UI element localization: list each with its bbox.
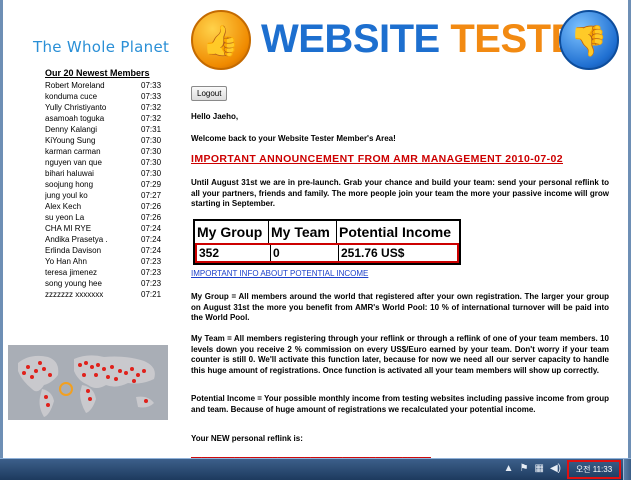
value-my-group: 352 (197, 245, 271, 261)
member-row: Andika Prasetya . 07:24 (45, 234, 165, 245)
member-name: song young hee (45, 279, 102, 288)
reflink-label: Your NEW personal reflink is: (191, 434, 303, 443)
show-desktop-button[interactable] (623, 459, 631, 480)
member-name: soojung hong (45, 180, 94, 189)
member-name: Andika Prasetya . (45, 235, 108, 244)
member-name: Denny Kalangi (45, 125, 98, 134)
system-tray: ▲ ⚑ ▦ ◀) (504, 463, 561, 474)
member-name: zzzzzzz xxxxxxx (45, 290, 104, 299)
prelaunch-paragraph: Until August 31st we are in pre-launch. … (191, 178, 609, 208)
member-time: 07:27 (141, 191, 162, 200)
volume-icon[interactable]: ◀) (550, 463, 561, 474)
potential-income-info-link[interactable]: IMPORTANT INFO ABOUT POTENTIAL INCOME (191, 269, 368, 280)
member-row: karman carman 07:30 (45, 146, 165, 157)
member-name: karman carman (45, 147, 101, 156)
stats-header-row: My Group My Team Potential Income (195, 221, 459, 243)
welcome-message: Welcome back to your Website Tester Memb… (191, 134, 396, 143)
member-time: 07:24 (141, 224, 162, 233)
member-time: 07:32 (141, 114, 162, 123)
member-time: 07:24 (141, 246, 162, 255)
member-name: Robert Moreland (45, 81, 105, 90)
header-my-team: My Team (269, 221, 337, 243)
logout-button[interactable]: Logout (191, 86, 228, 101)
member-time: 07:30 (141, 147, 162, 156)
header-my-group: My Group (195, 221, 269, 243)
member-name: Yo Han Ahn (45, 257, 87, 266)
member-row: KiYoung Sung 07:30 (45, 135, 165, 146)
member-row: bihari haluwai 07:30 (45, 168, 165, 179)
member-name: KiYoung Sung (45, 136, 96, 145)
member-name: su yeon La (45, 213, 85, 222)
member-name: Yully Christiyanto (45, 103, 107, 112)
stats-value-row: 352 0 251.76 US$ (195, 243, 459, 263)
website-tester-banner: 👍 WEBSITE TESTER 👎 (191, 6, 628, 80)
greeting: Hello Jaeho, (191, 112, 239, 121)
member-row: teresa jimenez 07:23 (45, 267, 165, 278)
member-row: su yeon La 07:26 (45, 212, 165, 223)
value-my-team: 0 (271, 245, 339, 261)
member-name: CHA MI RYE (45, 224, 92, 233)
site-logo-text: WEBSITE TESTER (261, 14, 606, 64)
member-name: Alex Kech (45, 202, 82, 211)
member-time: 07:21 (141, 290, 162, 299)
world-map-graphic (8, 345, 168, 420)
member-time: 07:33 (141, 81, 162, 90)
member-time: 07:32 (141, 103, 162, 112)
my-group-paragraph: My Group = All members around the world … (191, 292, 609, 322)
header-potential-income: Potential Income (339, 224, 452, 240)
member-name: asamoah toguka (45, 114, 105, 123)
member-time: 07:26 (141, 202, 162, 211)
member-time: 07:24 (141, 235, 162, 244)
potential-income-paragraph: Potential Income = Your possible monthly… (191, 394, 609, 414)
member-time: 07:23 (141, 268, 162, 277)
member-row: CHA MI RYE 07:24 (45, 223, 165, 234)
member-time: 07:30 (141, 136, 162, 145)
member-name: jung youl ko (45, 191, 88, 200)
network-icon[interactable]: ▦ (535, 463, 544, 474)
member-time: 07:26 (141, 213, 162, 222)
member-row: Denny Kalangi 07:31 (45, 124, 165, 135)
member-time: 07:23 (141, 279, 162, 288)
member-name: teresa jimenez (45, 268, 98, 277)
member-row: soojung hong 07:29 (45, 179, 165, 190)
my-team-paragraph: My Team = All members registering throug… (191, 334, 609, 375)
member-row: song young hee 07:23 (45, 278, 165, 289)
stats-table: My Group My Team Potential Income 352 0 … (193, 219, 461, 265)
member-name: konduma cuce (45, 92, 98, 101)
thumbs-down-icon: 👎 (559, 10, 619, 70)
member-name: Erlinda Davison (45, 246, 102, 255)
member-row: konduma cuce 07:33 (45, 91, 165, 102)
flag-icon[interactable]: ⚑ (520, 463, 529, 474)
browser-content: The Whole Planet Our 20 Newest Members R… (0, 0, 631, 458)
members-list: Robert Moreland 07:33 konduma cuce 07:33 Yul… (45, 80, 165, 300)
member-row: jung youl ko 07:27 (45, 190, 165, 201)
announcement-heading: IMPORTANT ANNOUNCEMENT FROM AMR MANAGEME… (191, 153, 563, 165)
world-map-image (8, 345, 168, 420)
member-time: 07:33 (141, 92, 162, 101)
member-time: 07:23 (141, 257, 162, 266)
member-time: 07:31 (141, 125, 162, 134)
member-row: zzzzzzz xxxxxxx 07:21 (45, 289, 165, 300)
planet-title: The Whole Planet (33, 38, 170, 56)
member-time: 07:30 (141, 158, 162, 167)
member-time: 07:29 (141, 180, 162, 189)
member-name: nguyen van que (45, 158, 102, 167)
member-row: Alex Kech 07:26 (45, 201, 165, 212)
member-name: bihari haluwai (45, 169, 94, 178)
up-arrow-icon[interactable]: ▲ (504, 463, 514, 474)
member-time: 07:30 (141, 169, 162, 178)
member-row: Yully Christiyanto 07:32 (45, 102, 165, 113)
member-row: nguyen van que 07:30 (45, 157, 165, 168)
member-row: Yo Han Ahn 07:23 (45, 256, 165, 267)
member-row: Erlinda Davison 07:24 (45, 245, 165, 256)
taskbar-clock[interactable]: 오전 11:33 (567, 460, 621, 479)
member-row: Robert Moreland 07:33 (45, 80, 165, 91)
thumbs-up-icon: 👍 (191, 10, 251, 70)
value-potential-income: 251.76 US$ (341, 246, 405, 260)
members-heading: Our 20 Newest Members (45, 68, 150, 78)
windows-taskbar: ▲ ⚑ ▦ ◀) 오전 11:33 (0, 458, 631, 480)
member-row: asamoah toguka 07:32 (45, 113, 165, 124)
logo-word-website: WEBSITE (261, 17, 440, 61)
